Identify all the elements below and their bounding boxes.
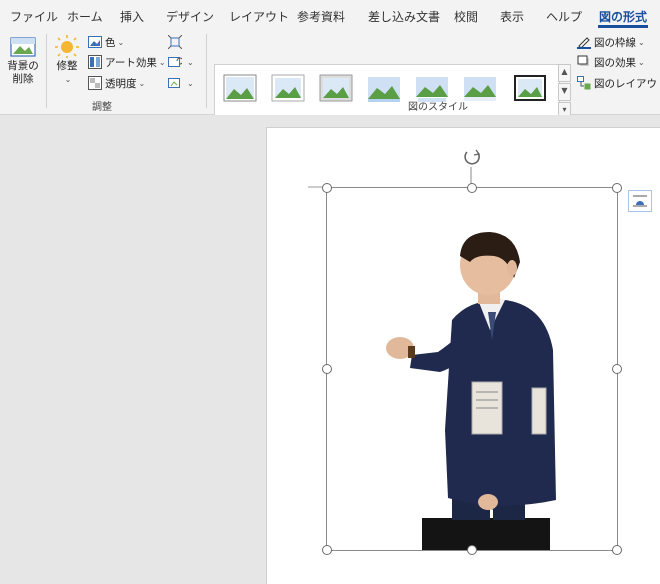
resize-handle-top-left[interactable] — [322, 183, 332, 193]
layout-options-icon — [633, 195, 647, 207]
resize-handle-top[interactable] — [467, 183, 477, 193]
resize-handle-top-right[interactable] — [612, 183, 622, 193]
resize-handle-right[interactable] — [612, 364, 622, 374]
resize-handle-bottom[interactable] — [467, 545, 477, 555]
rotate-handle-icon[interactable] — [464, 149, 481, 165]
resize-handle-bottom-right[interactable] — [612, 545, 622, 555]
picture-selection-frame — [326, 187, 618, 551]
resize-handle-left[interactable] — [322, 364, 332, 374]
resize-handle-bottom-left[interactable] — [322, 545, 332, 555]
layout-options-button[interactable] — [628, 190, 652, 212]
